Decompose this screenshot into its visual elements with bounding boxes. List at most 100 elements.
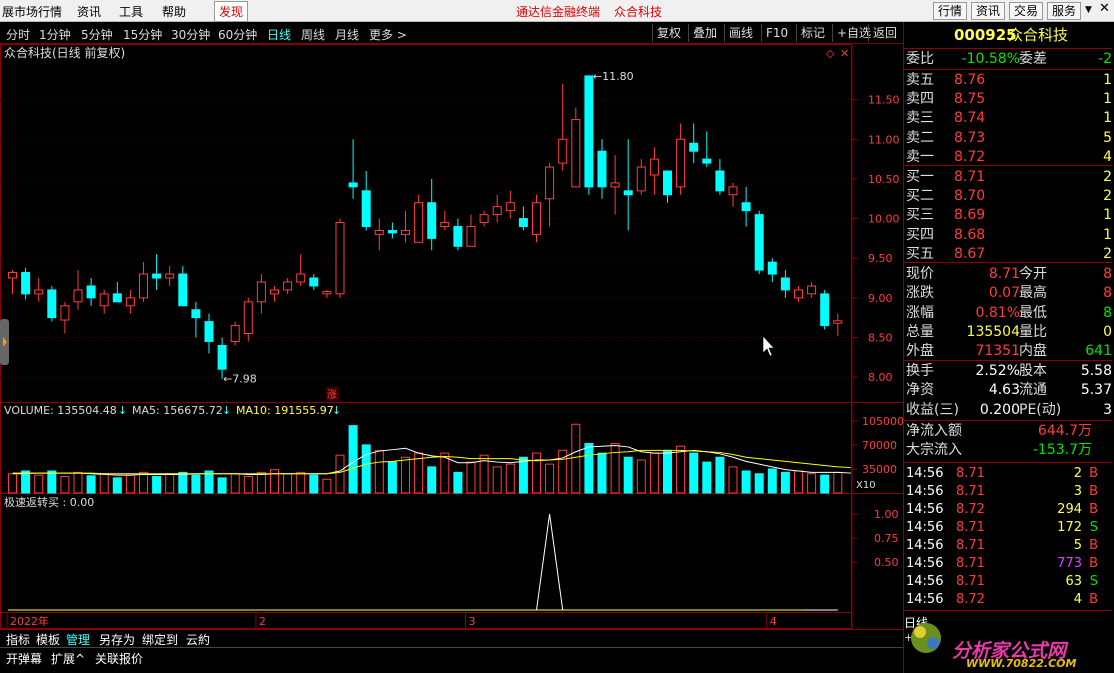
- candle-body: [466, 226, 476, 247]
- period-tab-60min[interactable]: 60分钟: [218, 26, 257, 43]
- period-tab-monthly[interactable]: 月线: [335, 26, 359, 43]
- volume-bar: [610, 443, 620, 494]
- top-button-service[interactable]: 服务: [1047, 2, 1082, 20]
- candle-body: [453, 226, 463, 247]
- period-tab-30min[interactable]: 30分钟: [171, 26, 210, 43]
- volume-bar: [217, 477, 227, 494]
- draw-line-button[interactable]: 画线: [724, 24, 757, 42]
- window-stock-name: 众合科技: [614, 5, 663, 19]
- buy-level-row[interactable]: 买一 8.71 2: [904, 168, 1112, 187]
- candle-body: [348, 182, 358, 188]
- menu-item-help[interactable]: 帮助: [162, 3, 186, 20]
- volume-bar: [112, 477, 122, 494]
- danmaku-button[interactable]: 开弹幕: [6, 650, 42, 667]
- arrow-down-icon: ↓: [118, 404, 127, 417]
- sell-level-row[interactable]: 卖一 8.72 4: [904, 148, 1112, 167]
- volume-axis: 105000 70000 35000: [852, 415, 903, 476]
- tick-time: 14:56: [906, 502, 944, 517]
- volume-bar: [256, 471, 266, 494]
- sell-level-row[interactable]: 卖四 8.75 1: [904, 90, 1112, 109]
- sell-level-price: 8.72: [954, 148, 986, 165]
- tick-time: 14:56: [906, 592, 944, 607]
- f10-button[interactable]: F10: [761, 24, 792, 42]
- flow-row: 大宗流入 -153.7万: [904, 441, 1112, 460]
- tab-cloud[interactable]: 云約: [186, 631, 210, 648]
- menu-item-news[interactable]: 资讯: [77, 3, 101, 20]
- volume-bar: [689, 452, 699, 494]
- stat-label: 涨跌: [906, 285, 934, 302]
- sell-level-row[interactable]: 卖五 8.76 1: [904, 71, 1112, 90]
- sell-level-volume: 1: [1103, 72, 1112, 88]
- stat-label: 收益(三): [906, 401, 959, 418]
- mark-button[interactable]: 标记: [796, 24, 829, 42]
- volume-bar: [794, 470, 803, 494]
- stat-label: 最低: [1019, 304, 1047, 321]
- buy-level-price: 8.68: [954, 226, 986, 243]
- volume-bar: [361, 444, 371, 494]
- overlay-button[interactable]: 叠加: [688, 24, 721, 42]
- volume-bar: [139, 471, 148, 494]
- date-axis: 2022年 2 3 4: [6, 612, 777, 628]
- sell-level-row[interactable]: 卖二 8.73 5: [904, 129, 1112, 148]
- candle: [112, 281, 122, 303]
- period-tab-15min[interactable]: 15分钟: [123, 26, 162, 43]
- volume-bar: [387, 461, 397, 494]
- buy-level-row[interactable]: 买三 8.69 1: [904, 206, 1112, 225]
- menu-item-tools[interactable]: 工具: [119, 3, 143, 20]
- volume-bar: [309, 474, 319, 494]
- candle: [518, 206, 528, 231]
- diamond-icon[interactable]: ◇: [826, 47, 835, 60]
- tab-manage[interactable]: 管理: [66, 631, 90, 648]
- arrow-down-icon: ↓: [332, 404, 341, 417]
- tick-row: 14:56 8.71 172 S: [904, 519, 1112, 537]
- close-icon[interactable]: ✕: [1099, 1, 1110, 16]
- top-button-trade[interactable]: 交易: [1009, 2, 1044, 20]
- expand-button[interactable]: 扩展^: [51, 650, 85, 667]
- volume-bar: [178, 471, 188, 494]
- stat-row: 收益(三) 0.200 PE(动) 3: [904, 401, 1112, 420]
- candle-body: [414, 202, 424, 243]
- volume-bar: [820, 474, 830, 494]
- indicator-tick-label: 1.00: [874, 508, 899, 521]
- sell-level-row[interactable]: 卖三 8.74 1: [904, 109, 1112, 128]
- close-chart-icon[interactable]: ✕: [840, 47, 849, 60]
- candle-body: [597, 150, 607, 188]
- menu-item-discover[interactable]: 发现: [214, 1, 249, 22]
- buy-level-row[interactable]: 买二 8.70 2: [904, 187, 1112, 206]
- restore-rights-button[interactable]: 复权: [652, 24, 685, 42]
- tab-bind-to[interactable]: 绑定到: [142, 631, 178, 648]
- period-tab-daily[interactable]: 日线: [267, 26, 291, 43]
- period-tab-timeshare[interactable]: 分时: [6, 26, 30, 43]
- candle-body: [610, 182, 620, 188]
- related-quote-button[interactable]: 关联报价: [95, 650, 143, 667]
- candle: [348, 139, 358, 199]
- candle-body: [558, 138, 568, 164]
- stat-value: 8: [1103, 266, 1112, 282]
- dropdown-arrow-icon[interactable]: ▼: [1085, 5, 1092, 15]
- period-tab-1min[interactable]: 1分钟: [39, 26, 71, 43]
- volume-bar: [73, 471, 83, 494]
- volume-bar: [505, 463, 515, 494]
- watermark-logo-icon: [911, 623, 941, 653]
- period-tab-5min[interactable]: 5分钟: [81, 26, 113, 43]
- volume-bar: [597, 452, 607, 494]
- buy-level-row[interactable]: 买五 8.67 2: [904, 245, 1112, 264]
- stat-row: 涨跌 0.07 最高 8: [904, 284, 1112, 303]
- top-button-news[interactable]: 资讯: [971, 2, 1006, 20]
- price-axis: 8.00 8.50 9.00 9.50 10.00 10.50 11.00 11.50: [852, 94, 900, 384]
- tab-template[interactable]: 模板: [36, 631, 60, 648]
- tab-save-as[interactable]: 另存为: [99, 631, 135, 648]
- tab-indicator[interactable]: 指标: [6, 631, 30, 648]
- period-tab-more[interactable]: 更多 >: [369, 26, 407, 43]
- candle-body: [545, 166, 555, 200]
- period-tab-weekly[interactable]: 周线: [301, 26, 325, 43]
- menu-item-market[interactable]: 展市场行情: [2, 3, 62, 20]
- sell-level-label: 卖五: [906, 72, 934, 88]
- top-button-market[interactable]: 行情: [933, 2, 968, 20]
- stat-value: 5.58: [1080, 363, 1112, 379]
- date-tick-label: 3: [469, 615, 476, 628]
- back-button[interactable]: 返回: [868, 24, 901, 42]
- buy-level-row[interactable]: 买四 8.68 1: [904, 226, 1112, 245]
- stat-label: 现价: [906, 266, 934, 282]
- candle-body: [112, 293, 122, 303]
